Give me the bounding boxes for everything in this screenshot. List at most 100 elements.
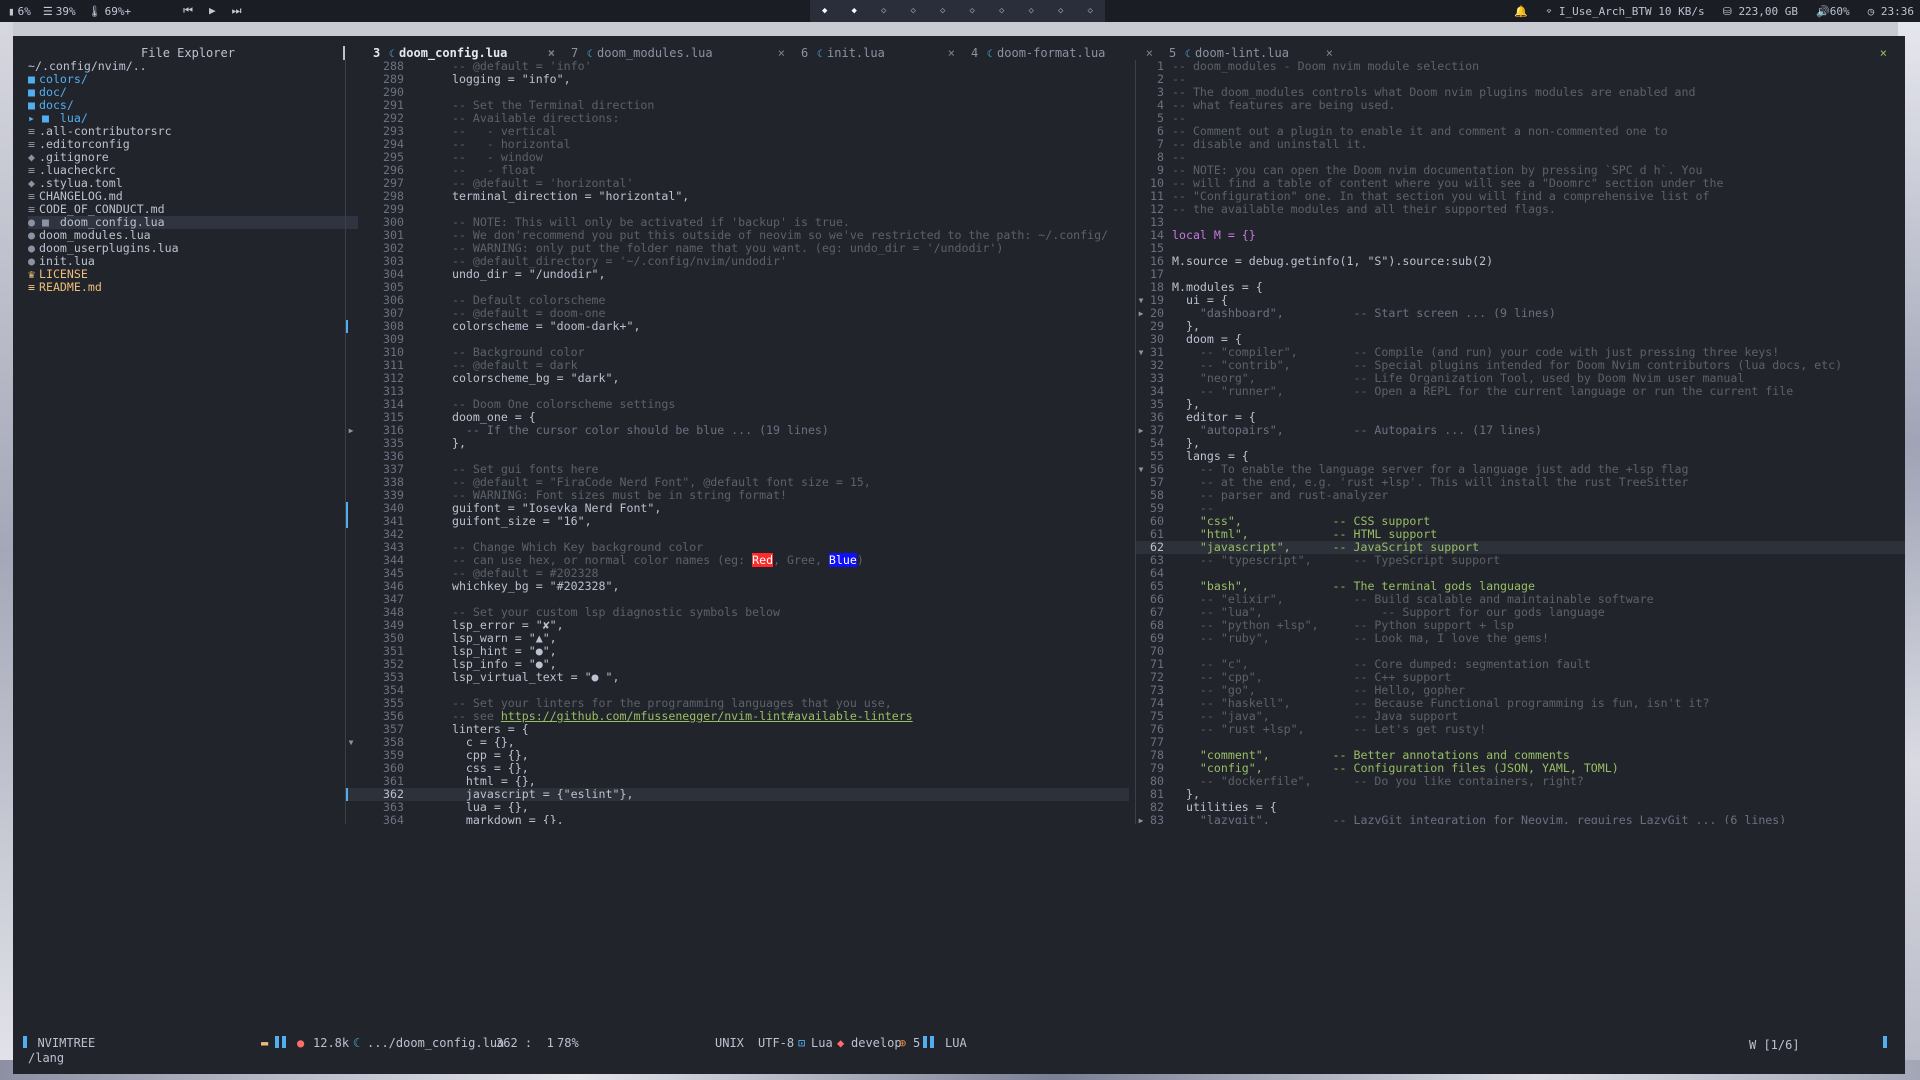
fold-gutter — [1136, 86, 1146, 99]
code-line[interactable]: 34 -- "runner", -- Open a REPL for the c… — [1136, 385, 1905, 398]
code-line[interactable]: 304 undo_dir = "/undodir", — [346, 268, 1129, 281]
code-line[interactable]: 80 -- "dockerfile", -- Do you like conta… — [1136, 775, 1905, 788]
file-path: .../doom_config.lua — [367, 1036, 505, 1050]
workspace-9[interactable]: ◇ — [1058, 6, 1063, 16]
fold-gutter — [346, 671, 356, 684]
code-line[interactable]: 341 guifont_size = "16", — [346, 515, 1129, 528]
code-line[interactable]: 58 -- parser and rust-analyzer — [1136, 489, 1905, 502]
tab-init-lua[interactable]: 6 ☾ init.lua × — [791, 46, 961, 60]
code-text: colorscheme_bg = "dark", — [438, 371, 620, 385]
command-line[interactable]: /lang — [28, 1051, 64, 1065]
code-line[interactable]: 63 -- "typescript", -- TypeScript suppor… — [1136, 554, 1905, 567]
fold-gutter: ▶ — [348, 426, 354, 435]
code-line[interactable]: 14 local M = {} — [1136, 229, 1905, 242]
fold-gutter — [1136, 645, 1146, 658]
fold-gutter — [1136, 333, 1146, 346]
code-line[interactable]: 1 -- doom_modules - Doom nvim module sele… — [1136, 60, 1905, 73]
code-line[interactable]: 12 -- the available modules and all their… — [1136, 203, 1905, 216]
close-icon[interactable]: × — [948, 46, 955, 60]
fold-gutter — [346, 385, 356, 398]
tab-doom-modules-lua[interactable]: 7 ☾ doom_modules.lua × — [561, 46, 791, 60]
editor-pane-doom-modules[interactable]: 1 -- doom_modules - Doom nvim module sele… — [1135, 60, 1905, 824]
close-icon[interactable]: × — [548, 46, 555, 60]
code-line[interactable]: ▶ 20 "dashboard", -- Start screen ... (9 … — [1136, 307, 1905, 320]
fold-gutter — [346, 112, 356, 125]
volume-widget[interactable]: 🔊60% — [1816, 5, 1850, 18]
fold-gutter: ▶ — [1138, 816, 1144, 824]
code-line[interactable]: 289 logging = "info", — [346, 73, 1129, 86]
code-line[interactable]: 364 markdown = {}, — [346, 814, 1129, 825]
code-line[interactable]: 335 }, — [346, 437, 1129, 450]
fold-gutter — [1136, 151, 1146, 164]
code-text: "lazygit", -- LazyGit integration for Ne… — [1172, 813, 1787, 825]
code-line[interactable]: 7 -- disable and uninstall it. — [1136, 138, 1905, 151]
close-icon[interactable]: × — [1326, 46, 1333, 60]
fold-gutter — [1136, 242, 1146, 255]
workspace-7[interactable]: ◇ — [999, 6, 1004, 16]
code-text: "dashboard", -- Start screen ... (9 line… — [1172, 306, 1556, 320]
code-line[interactable]: 4 -- what features are being used. — [1136, 99, 1905, 112]
file-encoding: UTF-8 — [758, 1036, 795, 1050]
code-line[interactable]: 29 }, — [1136, 320, 1905, 333]
workspace-1[interactable]: ◆ — [822, 6, 827, 16]
fold-gutter — [1136, 671, 1146, 684]
workspace-2[interactable]: ◆ — [852, 6, 857, 16]
workspace-3[interactable]: ◇ — [881, 6, 886, 16]
fold-gutter — [346, 463, 356, 476]
fold-gutter — [346, 541, 356, 554]
fold-gutter — [346, 190, 356, 203]
close-all-icon[interactable]: × — [1880, 46, 1887, 60]
code-line[interactable]: 18 M.modules = { — [1136, 281, 1905, 294]
fold-gutter — [346, 60, 356, 73]
fold-gutter — [346, 593, 356, 606]
code-line[interactable]: 69 -- "ruby", -- Look ma, I love the gem… — [1136, 632, 1905, 645]
play-icon[interactable]: ▶ — [209, 4, 216, 18]
next-track-icon[interactable]: ⏭ — [232, 4, 242, 18]
previous-track-icon[interactable]: ⏮ — [183, 4, 193, 18]
code-line[interactable]: 16 M.source = debug.getinfo(1, "S").sourc… — [1136, 255, 1905, 268]
editor-pane-doom-config[interactable]: 288 -- @default = 'info' 289 logging = "i… — [345, 60, 1129, 824]
code-line[interactable]: 54 }, — [1136, 437, 1905, 450]
code-line[interactable]: 353 lsp_virtual_text = "● ", — [346, 671, 1129, 684]
tab-doom-lint-lua[interactable]: 5 ☾ doom-lint.lua × — [1159, 46, 1339, 60]
code-text: colorscheme = "doom-dark+", — [438, 319, 641, 333]
close-icon[interactable]: × — [778, 46, 785, 60]
network-widget[interactable]: ⌔ I_Use_Arch_BTW 10 KB/s — [1546, 5, 1705, 18]
fold-gutter — [1136, 372, 1146, 385]
fold-gutter — [346, 749, 356, 762]
fold-gutter — [1136, 515, 1146, 528]
fold-gutter — [1136, 528, 1146, 541]
code-line[interactable]: ▶ 83 "lazygit", -- LazyGit integration fo… — [1136, 813, 1905, 825]
git-sign — [346, 320, 348, 333]
workspace-8[interactable]: ◇ — [1029, 6, 1034, 16]
tree-folder[interactable]: ■ colors/ — [28, 73, 358, 86]
fold-gutter — [1136, 255, 1146, 268]
code-line[interactable]: 298 terminal_direction = "horizontal", — [346, 190, 1129, 203]
tree-file[interactable]: ≡ README.md — [28, 281, 358, 294]
fold-gutter — [346, 346, 356, 359]
code-line[interactable]: 308 colorscheme = "doom-dark+", — [346, 320, 1129, 333]
code-line[interactable]: 346 whichkey_bg = "#202328", — [346, 580, 1129, 593]
workspace-6[interactable]: ◇ — [970, 6, 975, 16]
workspace-5[interactable]: ◇ — [940, 6, 945, 16]
code-line[interactable]: ▶ 37 "autopairs", -- Autopairs ... (17 li… — [1136, 424, 1905, 437]
workspace-4[interactable]: ◇ — [911, 6, 916, 16]
fold-gutter — [346, 723, 356, 736]
tree-folder[interactable]: ■ doc/ — [28, 86, 358, 99]
notification-icon[interactable]: 🔔 — [1514, 5, 1528, 18]
fold-gutter — [1136, 476, 1146, 489]
code-line[interactable]: 76 -- "rust +lsp", -- Let's get rusty! — [1136, 723, 1905, 736]
tab-number: 5 — [1169, 46, 1177, 60]
statusline: NVIMTREE ▬ ● 12.8k ☾ .../doom_config.lua… — [13, 1036, 1905, 1050]
tab-doom-format-lua[interactable]: 4 ☾ doom-format.lua × — [961, 46, 1159, 60]
fold-gutter — [1136, 177, 1146, 190]
workspace-10[interactable]: ◇ — [1088, 6, 1093, 16]
git-changes: 5 — [913, 1036, 921, 1050]
code-line[interactable]: 312 colorscheme_bg = "dark", — [346, 372, 1129, 385]
close-icon[interactable]: × — [1146, 46, 1153, 60]
topbar-status-area: 🔔 ⌔ I_Use_Arch_BTW 10 KB/s ⛁ 223,00 GB 🔊… — [1514, 0, 1914, 22]
memory-icon: ☰ — [42, 4, 53, 18]
fold-gutter — [346, 645, 356, 658]
tab-doom-config-lua[interactable]: 3 ☾ doom_config.lua × — [363, 46, 561, 60]
url-link[interactable]: https://github.com/mfussenegger/nvim-lin… — [501, 709, 913, 723]
